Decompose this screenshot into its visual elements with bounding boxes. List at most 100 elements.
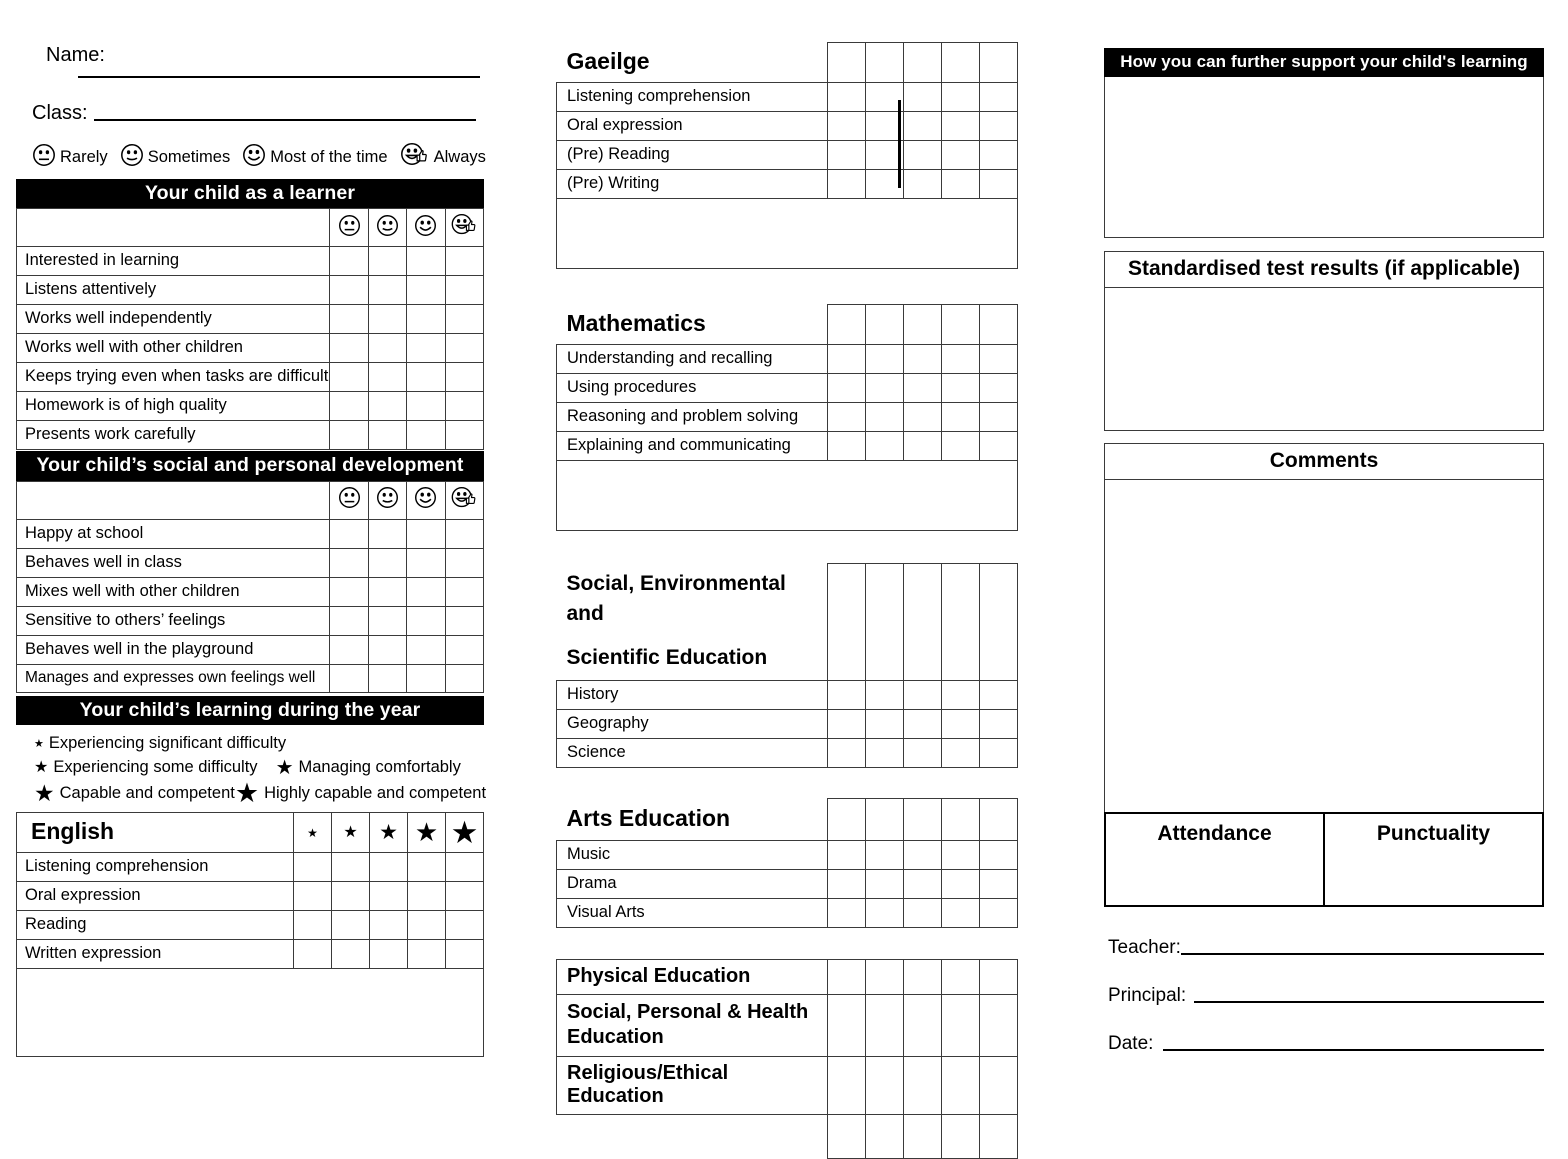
rating-cell[interactable]: [903, 82, 942, 112]
rating-cell[interactable]: [407, 852, 446, 883]
rating-cell[interactable]: [329, 304, 369, 335]
rating-cell[interactable]: [329, 634, 369, 665]
rating-cell[interactable]: [406, 576, 446, 607]
rating-cell[interactable]: [979, 737, 1018, 768]
support-textarea[interactable]: [1104, 76, 1544, 238]
rating-cell[interactable]: [367, 333, 408, 364]
rating-cell[interactable]: [367, 391, 408, 422]
rating-cell[interactable]: [444, 391, 485, 422]
rating-cell[interactable]: [941, 868, 980, 899]
punctuality-cell[interactable]: Punctuality: [1325, 814, 1542, 905]
rating-cell[interactable]: [979, 708, 1018, 739]
rating-cell[interactable]: [406, 420, 446, 451]
rating-cell[interactable]: [406, 518, 446, 549]
rating-cell[interactable]: [331, 852, 370, 883]
rating-cell[interactable]: [329, 391, 369, 422]
rating-cell[interactable]: [903, 140, 942, 170]
rating-cell[interactable]: [941, 958, 980, 995]
rating-cell[interactable]: [979, 373, 1018, 403]
rating-cell[interactable]: [406, 333, 446, 364]
rating-cell[interactable]: [979, 169, 1018, 199]
rating-cell[interactable]: [444, 605, 485, 636]
rating-cell[interactable]: [865, 373, 904, 403]
rating-cell[interactable]: [903, 897, 942, 928]
rating-cell[interactable]: [293, 910, 332, 941]
punctuality-value-area[interactable]: [1325, 855, 1542, 905]
rating-cell[interactable]: [979, 402, 1018, 432]
rating-cell[interactable]: [331, 910, 370, 941]
rating-cell[interactable]: [979, 679, 1018, 710]
mathematics-notes-area[interactable]: [556, 460, 1018, 531]
rating-cell[interactable]: [827, 140, 866, 170]
rating-cell[interactable]: [329, 547, 369, 578]
rating-cell[interactable]: [979, 111, 1018, 141]
rating-cell[interactable]: [903, 402, 942, 432]
rating-cell[interactable]: [941, 82, 980, 112]
rating-cell[interactable]: [903, 431, 942, 461]
rating-cell[interactable]: [406, 275, 446, 306]
rating-cell[interactable]: [827, 373, 866, 403]
name-input-line[interactable]: [78, 76, 480, 78]
rating-cell[interactable]: [903, 1055, 942, 1115]
teacher-signature-line[interactable]: [1180, 952, 1544, 955]
rating-cell[interactable]: [369, 910, 408, 941]
rating-cell[interactable]: [406, 605, 446, 636]
rating-cell[interactable]: [367, 576, 408, 607]
rating-cell[interactable]: [903, 993, 942, 1057]
rating-cell[interactable]: [367, 304, 408, 335]
rating-cell[interactable]: [367, 634, 408, 665]
rating-cell[interactable]: [941, 1055, 980, 1115]
rating-cell[interactable]: [979, 1055, 1018, 1115]
rating-cell[interactable]: [329, 333, 369, 364]
rating-cell[interactable]: [979, 1113, 1018, 1159]
rating-cell[interactable]: [903, 958, 942, 995]
rating-cell[interactable]: [941, 431, 980, 461]
rating-cell[interactable]: [865, 344, 904, 374]
rating-cell[interactable]: [444, 420, 485, 451]
attendance-cell[interactable]: Attendance: [1106, 813, 1325, 905]
rating-cell[interactable]: [406, 634, 446, 665]
rating-cell[interactable]: [979, 958, 1018, 995]
rating-cell[interactable]: [367, 362, 408, 393]
rating-cell[interactable]: [865, 993, 904, 1057]
rating-cell[interactable]: [367, 547, 408, 578]
rating-cell[interactable]: [827, 111, 866, 141]
class-input-line[interactable]: [93, 119, 476, 121]
date-line[interactable]: [1163, 1048, 1544, 1051]
rating-cell[interactable]: [941, 993, 980, 1057]
rating-cell[interactable]: [293, 881, 332, 912]
rating-cell[interactable]: [979, 140, 1018, 170]
rating-cell[interactable]: [903, 737, 942, 768]
principal-signature-line[interactable]: [1194, 1000, 1544, 1003]
rating-cell[interactable]: [865, 402, 904, 432]
rating-cell[interactable]: [903, 708, 942, 739]
rating-cell[interactable]: [369, 939, 408, 970]
rating-cell[interactable]: [903, 679, 942, 710]
rating-cell[interactable]: [367, 420, 408, 451]
rating-cell[interactable]: [369, 852, 408, 883]
rating-cell[interactable]: [367, 605, 408, 636]
rating-cell[interactable]: [865, 868, 904, 899]
rating-cell[interactable]: [827, 737, 866, 768]
rating-cell[interactable]: [941, 169, 980, 199]
rating-cell[interactable]: [445, 852, 484, 883]
rating-cell[interactable]: [406, 304, 446, 335]
rating-cell[interactable]: [865, 839, 904, 870]
rating-cell[interactable]: [941, 679, 980, 710]
rating-cell[interactable]: [941, 839, 980, 870]
rating-cell[interactable]: [444, 275, 485, 306]
rating-cell[interactable]: [865, 958, 904, 995]
rating-cell[interactable]: [444, 547, 485, 578]
rating-cell[interactable]: [903, 169, 942, 199]
rating-cell[interactable]: [865, 679, 904, 710]
rating-cell[interactable]: [865, 1055, 904, 1115]
rating-cell[interactable]: [827, 169, 866, 199]
rating-cell[interactable]: [827, 344, 866, 374]
rating-cell[interactable]: [941, 373, 980, 403]
rating-cell[interactable]: [444, 576, 485, 607]
rating-cell[interactable]: [903, 1113, 942, 1159]
rating-cell[interactable]: [827, 868, 866, 899]
rating-cell[interactable]: [941, 1113, 980, 1159]
rating-cell[interactable]: [329, 246, 369, 277]
rating-cell[interactable]: [329, 275, 369, 306]
